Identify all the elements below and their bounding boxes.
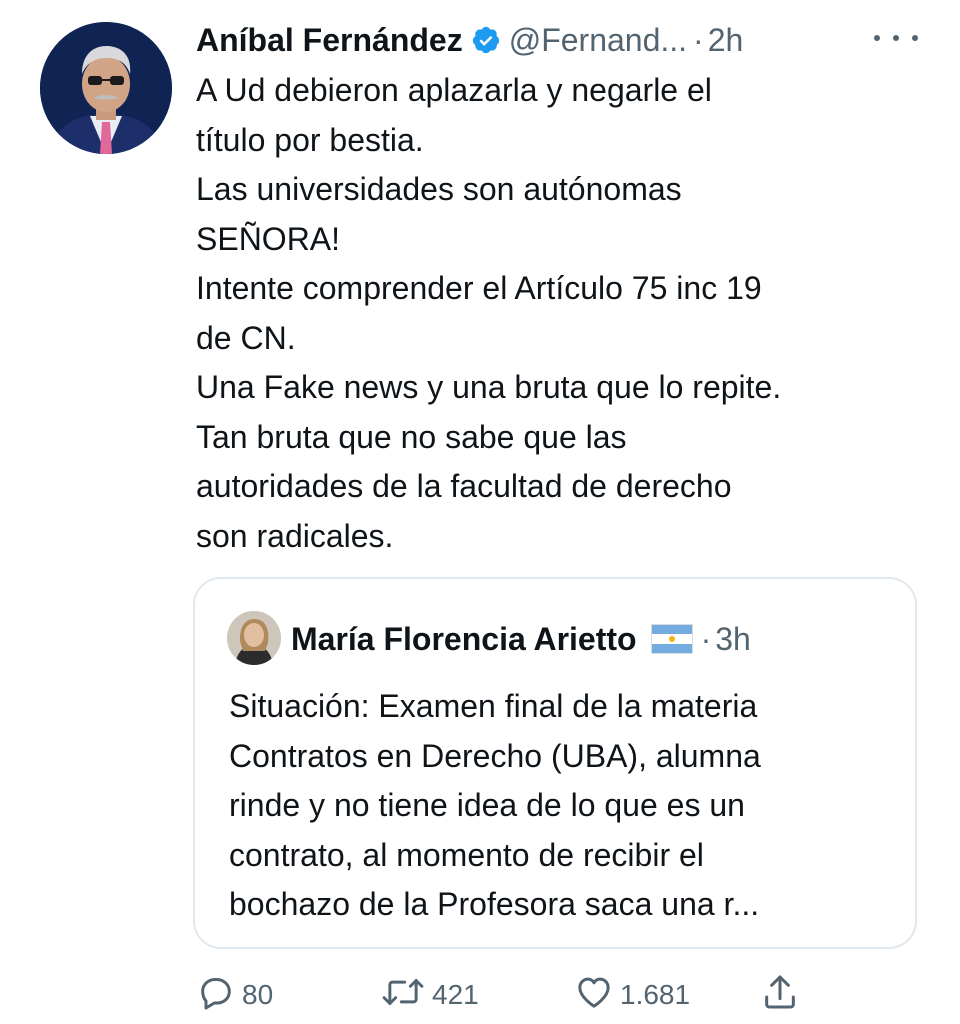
retweet-icon xyxy=(380,972,426,1019)
like-button[interactable]: 1.681 xyxy=(574,968,690,1022)
quoted-tweet-card[interactable]: María Florencia Arietto · 3h Situación: … xyxy=(193,577,917,949)
quoted-text: Situación: Examen final de la materia Co… xyxy=(229,682,899,930)
tweet-text-line: autoridades de la facultad de derecho xyxy=(196,468,732,504)
quoted-author-avatar xyxy=(227,611,281,665)
action-bar: 80 421 1.681 xyxy=(0,968,960,1022)
quoted-text-line: Situación: Examen final de la materia xyxy=(229,688,758,724)
more-icon[interactable] xyxy=(874,22,918,54)
quoted-text-line: bochazo de la Profesora saca una r... xyxy=(229,886,760,922)
separator-dot: · xyxy=(693,21,704,58)
author-avatar[interactable] xyxy=(40,22,172,154)
tweet-text: A Ud debieron aplazarla y negarle el tít… xyxy=(196,66,926,561)
quoted-text-line: Contratos en Derecho (UBA), alumna xyxy=(229,737,761,774)
tweet-text-line: Tan bruta que no sabe que las xyxy=(196,418,627,455)
like-count: 1.681 xyxy=(620,979,691,1010)
tweet-timestamp[interactable]: 2h xyxy=(708,22,744,59)
share-button[interactable] xyxy=(760,968,800,1022)
tweet-text-line: título por bestia. xyxy=(196,121,424,158)
heart-icon xyxy=(574,972,614,1019)
tweet-text-line: Intente comprender el Artículo 75 inc 19 xyxy=(196,270,762,306)
argentina-flag-icon xyxy=(650,624,693,654)
tweet-header: Aníbal Fernández @Fernand... · 2h xyxy=(196,18,743,62)
share-icon xyxy=(760,972,800,1019)
tweet-text-line: son radicales. xyxy=(196,517,394,554)
author-name[interactable]: Aníbal Fernández xyxy=(196,22,463,59)
quoted-timestamp: 3h xyxy=(715,620,751,657)
tweet-text-line: A Ud debieron aplazarla y negarle el xyxy=(196,72,712,108)
author-handle[interactable]: @Fernand... xyxy=(509,22,687,59)
quoted-header: María Florencia Arietto · 3h xyxy=(291,617,751,661)
retweet-button[interactable]: 421 xyxy=(380,968,479,1022)
reply-icon xyxy=(196,972,236,1019)
tweet-text-line: Las universidades son autónomas xyxy=(196,171,682,207)
retweet-count: 421 xyxy=(432,979,479,1010)
more-dot xyxy=(893,35,899,41)
more-dot xyxy=(912,35,918,41)
tweet-text-line: de CN. xyxy=(196,319,296,356)
quoted-text-line: rinde y no tiene idea de lo que es un xyxy=(229,787,745,823)
tweet-text-line: Una Fake news y una bruta que lo repite. xyxy=(196,369,782,405)
tweet-text-line: SEÑORA! xyxy=(196,220,341,257)
reply-count: 80 xyxy=(242,979,274,1010)
tweet[interactable]: Aníbal Fernández @Fernand... · 2h A Ud d… xyxy=(0,0,960,1024)
more-dot xyxy=(874,35,880,41)
quoted-text-line: contrato, al momento de recibir el xyxy=(229,836,704,873)
verified-badge-icon xyxy=(471,25,501,55)
quoted-author-name: María Florencia Arietto xyxy=(291,620,637,657)
separator-dot: · xyxy=(700,620,712,657)
reply-button[interactable]: 80 xyxy=(196,968,273,1022)
